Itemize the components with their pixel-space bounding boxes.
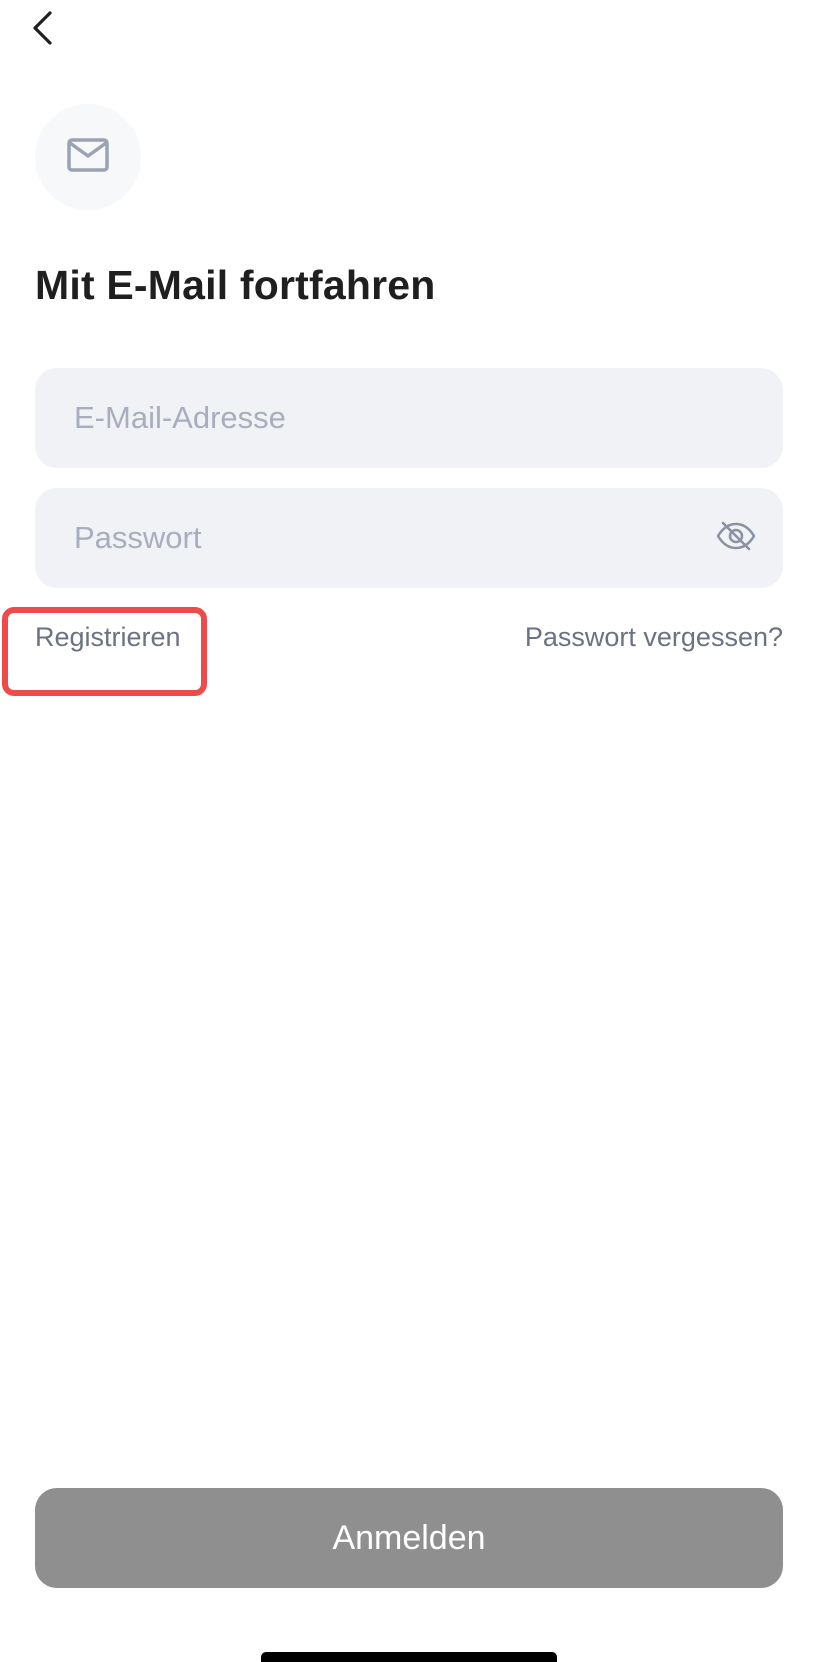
login-button[interactable]: Anmelden [35, 1488, 783, 1588]
eye-off-icon [715, 521, 757, 556]
forgot-password-link[interactable]: Passwort vergessen? [525, 622, 783, 653]
password-field-container [35, 488, 783, 588]
mail-badge [35, 104, 141, 210]
password-visibility-toggle[interactable] [713, 515, 759, 561]
mail-icon [66, 137, 110, 178]
page-title: Mit E-Mail fortfahren [35, 262, 436, 308]
password-field[interactable] [35, 488, 783, 588]
email-field[interactable] [35, 368, 783, 468]
email-field-container [35, 368, 783, 468]
back-button[interactable] [20, 8, 64, 52]
register-link[interactable]: Registrieren [35, 622, 181, 653]
home-indicator [261, 1652, 557, 1662]
chevron-left-icon [28, 8, 56, 53]
